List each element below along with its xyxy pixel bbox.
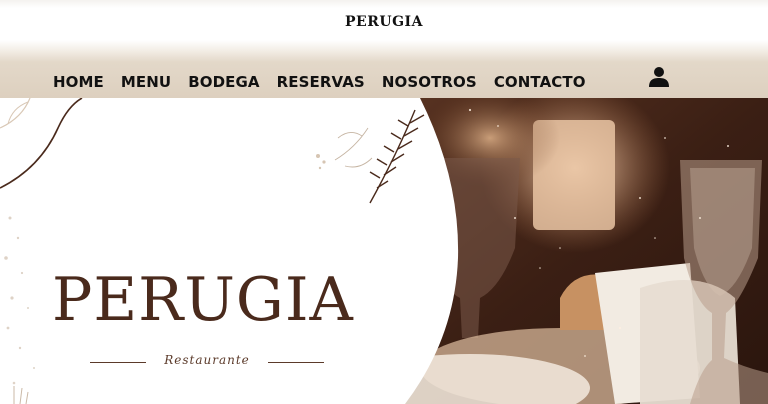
site-header: PERUGIA HOME MENU BODEGA RESERVAS NOSOTR… — [0, 0, 768, 98]
nav-reservas[interactable]: RESERVAS — [277, 73, 365, 91]
header-logo[interactable]: PERUGIA — [0, 14, 768, 30]
nav-home[interactable]: HOME — [53, 73, 104, 91]
hero-brand-title: PERUGIA — [52, 265, 354, 335]
hero-brand-subtitle-group: Restaurante — [90, 353, 324, 371]
nav-menu[interactable]: MENU — [121, 73, 171, 91]
user-icon[interactable] — [648, 66, 670, 88]
nav-contacto[interactable]: CONTACTO — [494, 73, 586, 91]
subtitle-divider-right — [268, 362, 324, 363]
nav-nosotros[interactable]: NOSOTROS — [382, 73, 477, 91]
hero-banner: PERUGIA Restaurante — [0, 98, 768, 404]
nav-bodega[interactable]: BODEGA — [188, 73, 259, 91]
hero-brand-subtitle: Restaurante — [164, 353, 250, 367]
main-nav: HOME MENU BODEGA RESERVAS NOSOTROS CONTA… — [53, 73, 603, 91]
